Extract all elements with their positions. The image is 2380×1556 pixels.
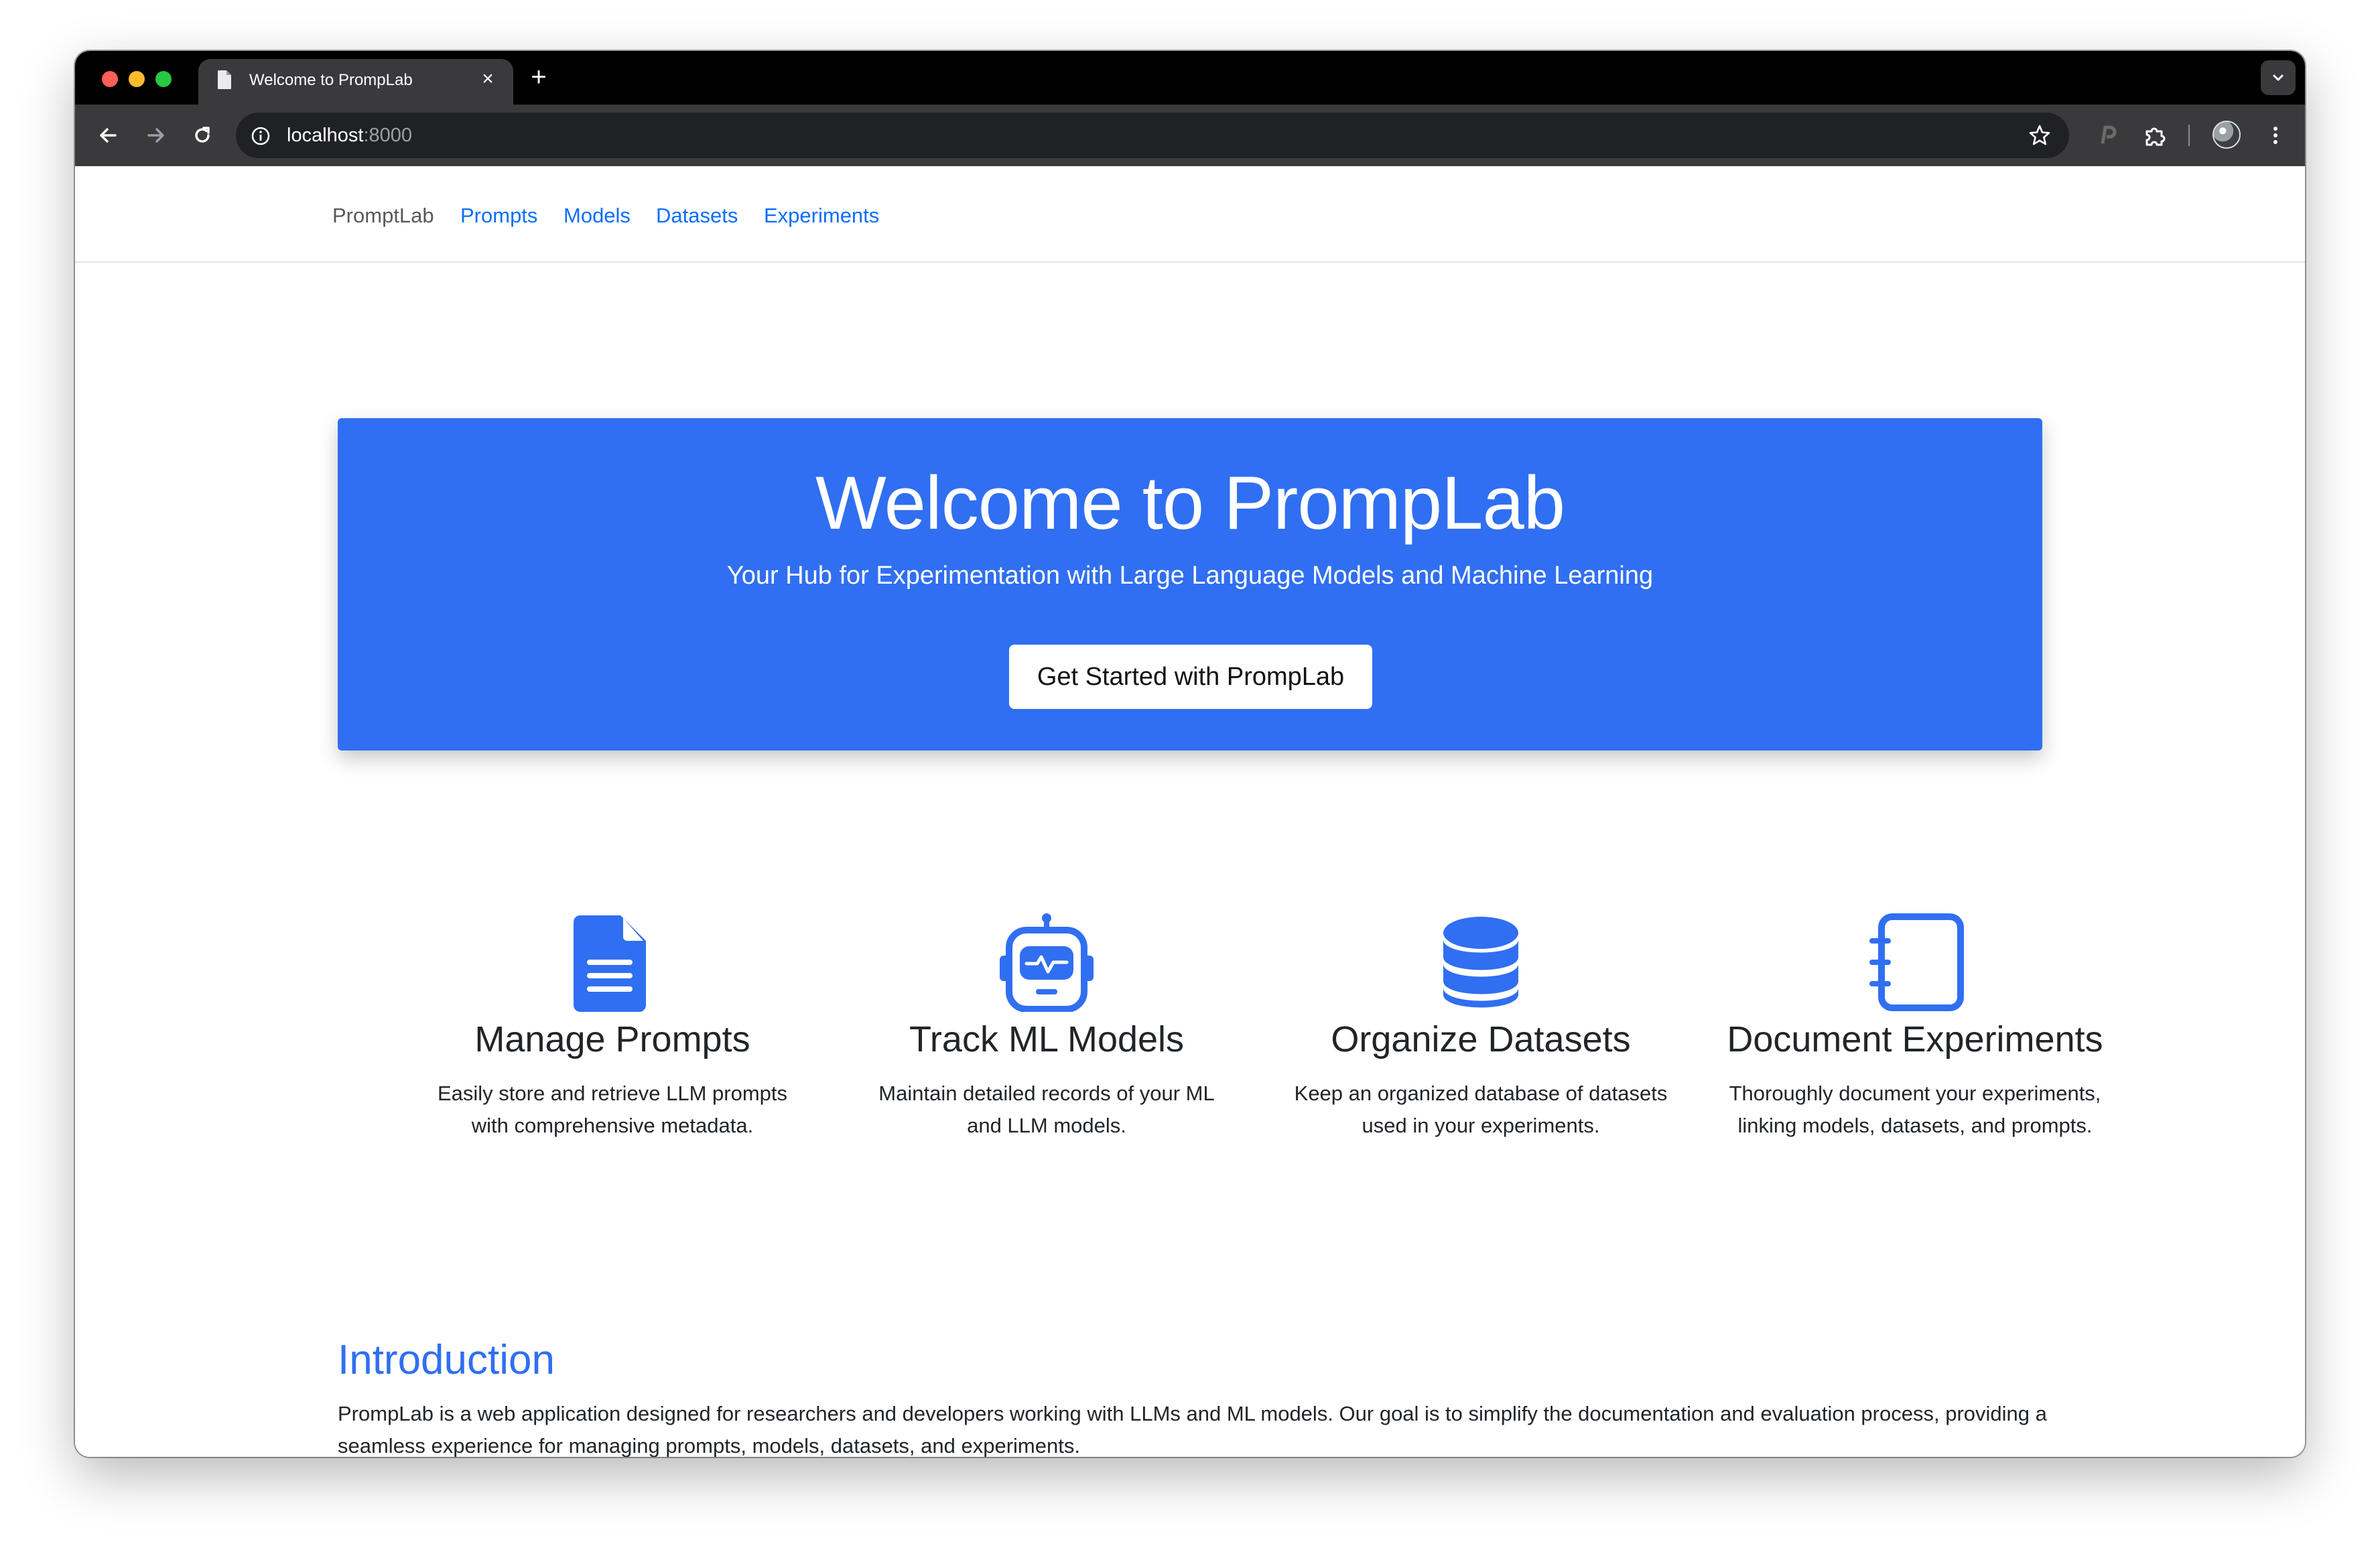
feature-track-models: Track ML Models Maintain detailed record… bbox=[846, 913, 1248, 1142]
feature-description: Thoroughly document your experiments, li… bbox=[1729, 1082, 2101, 1137]
browser-toolbar: localhost:8000 bbox=[75, 105, 2305, 166]
close-window-button[interactable] bbox=[102, 71, 118, 87]
url-host: localhost bbox=[287, 125, 364, 146]
feature-description: Easily store and retrieve LLM prompts wi… bbox=[437, 1082, 788, 1137]
introduction-heading: Introduction bbox=[338, 1337, 555, 1383]
nav-link-datasets[interactable]: Datasets bbox=[656, 204, 738, 228]
forward-arrow-icon[interactable] bbox=[142, 122, 169, 149]
bookmark-star-icon[interactable] bbox=[2028, 123, 2052, 147]
nav-brand[interactable]: PromptLab bbox=[332, 204, 434, 228]
profile-avatar-icon[interactable] bbox=[2212, 121, 2241, 149]
tab-title: Welcome to PrompLab bbox=[249, 71, 413, 89]
document-icon bbox=[574, 915, 646, 1012]
url-port: :8000 bbox=[363, 125, 413, 146]
tab-strip: Welcome to PrompLab × + bbox=[75, 51, 2305, 105]
reload-icon[interactable] bbox=[189, 122, 216, 149]
toolbar-divider bbox=[2188, 125, 2190, 146]
nav-link-prompts[interactable]: Prompts bbox=[460, 204, 537, 228]
feature-organize-datasets: Organize Datasets Keep an organized data… bbox=[1280, 913, 1682, 1142]
feature-description: Maintain detailed records of your ML and… bbox=[878, 1082, 1215, 1137]
web-page: PromptLab Prompts Models Datasets Experi… bbox=[75, 166, 2305, 1457]
feature-manage-prompts: Manage Prompts Easily store and retrieve… bbox=[411, 913, 813, 1142]
feature-title: Manage Prompts bbox=[474, 1019, 750, 1059]
chevron-down-icon bbox=[2273, 74, 2284, 81]
feature-title: Document Experiments bbox=[1727, 1019, 2103, 1059]
new-tab-button[interactable]: + bbox=[525, 64, 552, 91]
kebab-menu-icon[interactable] bbox=[2262, 122, 2289, 149]
address-bar[interactable]: localhost:8000 bbox=[236, 113, 2069, 158]
notebook-icon bbox=[1869, 913, 1964, 1011]
nav-link-experiments[interactable]: Experiments bbox=[764, 204, 879, 228]
nav-link-models[interactable]: Models bbox=[564, 204, 631, 228]
site-info-icon[interactable] bbox=[251, 126, 271, 146]
database-icon bbox=[1443, 917, 1518, 1008]
site-navbar: PromptLab Prompts Models Datasets Experi… bbox=[75, 166, 2305, 263]
feature-description: Keep an organized database of datasets u… bbox=[1294, 1082, 1668, 1137]
hero-banner: Welcome to PrompLab Your Hub for Experim… bbox=[338, 418, 2042, 751]
maximize-window-button[interactable] bbox=[155, 71, 172, 87]
tab-close-icon[interactable]: × bbox=[477, 68, 499, 90]
browser-tab[interactable]: Welcome to PrompLab × bbox=[198, 59, 513, 105]
hero-title: Welcome to PrompLab bbox=[815, 461, 1565, 545]
extension-p-icon[interactable] bbox=[2093, 122, 2120, 149]
get-started-button[interactable]: Get Started with PrompLab bbox=[1009, 645, 1372, 709]
back-arrow-icon[interactable] bbox=[95, 122, 122, 149]
hero-subtitle: Your Hub for Experimentation with Large … bbox=[726, 562, 1654, 590]
robot-icon bbox=[1000, 913, 1094, 1012]
feature-title: Track ML Models bbox=[909, 1019, 1185, 1059]
feature-title: Organize Datasets bbox=[1331, 1019, 1631, 1059]
tab-search-button[interactable] bbox=[2261, 60, 2296, 95]
extensions-puzzle-icon[interactable] bbox=[2141, 122, 2168, 149]
feature-document-experiments: Document Experiments Thoroughly document… bbox=[1714, 913, 2116, 1142]
url-text: localhost:8000 bbox=[287, 125, 412, 147]
minimize-window-button[interactable] bbox=[129, 71, 145, 87]
introduction-text: PrompLab is a web application designed f… bbox=[338, 1402, 2047, 1457]
page-favicon-icon bbox=[218, 70, 231, 89]
browser-window: Welcome to PrompLab × + localhost:8000 P… bbox=[75, 51, 2305, 1457]
